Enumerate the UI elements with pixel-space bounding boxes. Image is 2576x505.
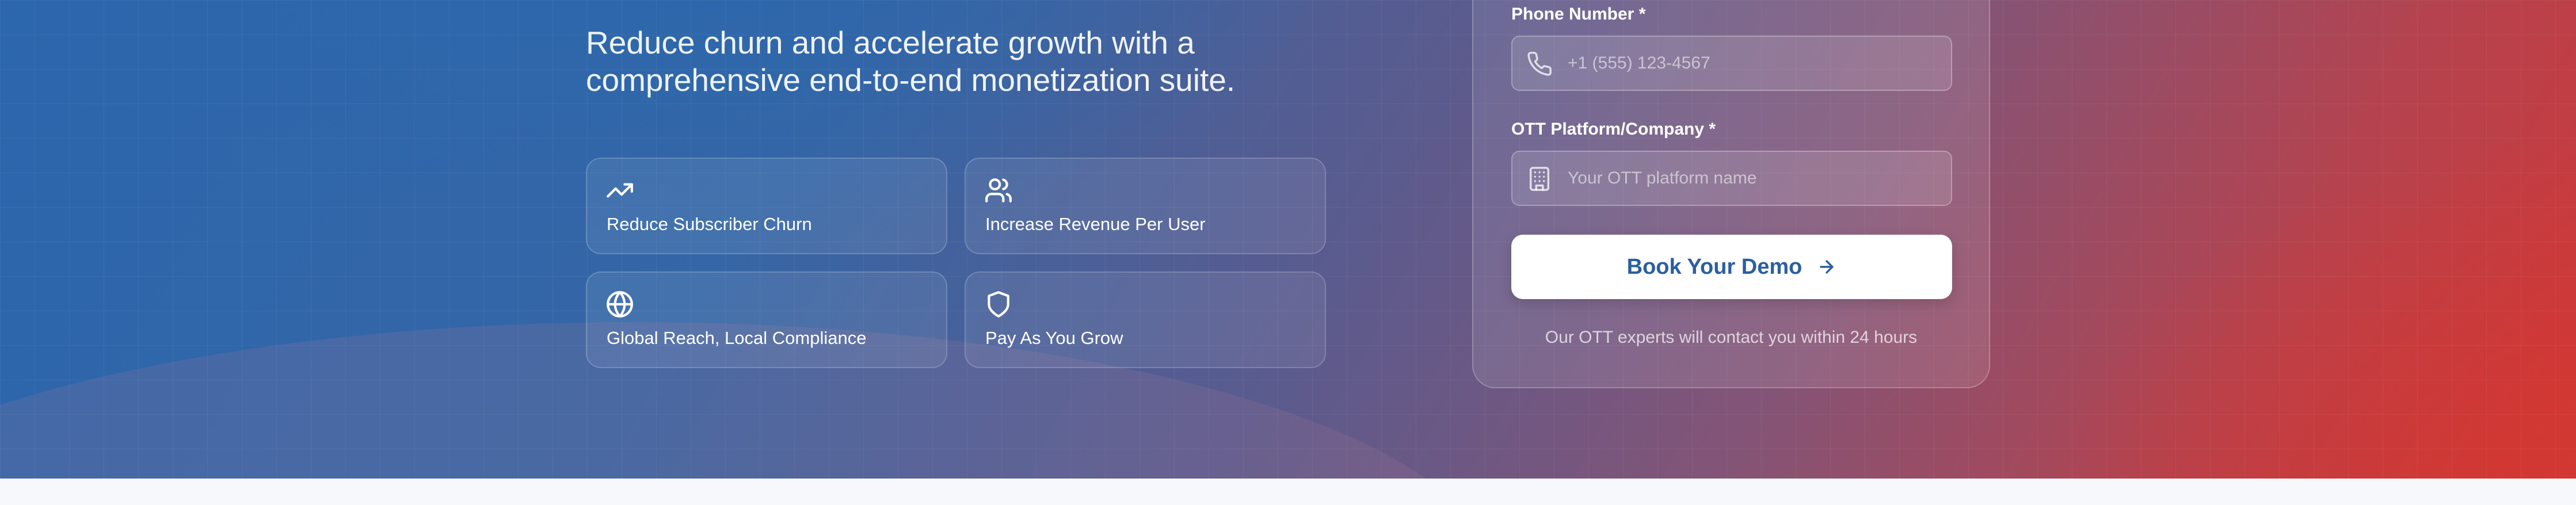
feature-card-revenue: Increase Revenue Per User <box>965 158 1326 254</box>
building-icon <box>1529 167 1550 191</box>
arrow-right-icon <box>1820 260 1834 274</box>
phone-number-field[interactable] <box>1511 36 1952 91</box>
hero-tagline: Reduce churn and accelerate growth with … <box>586 25 1236 98</box>
phone-icon <box>1527 52 1552 76</box>
feature-card-reduce-churn: Reduce Subscriber Churn <box>586 158 947 254</box>
shield-icon <box>988 291 1009 317</box>
ott-platform-field[interactable] <box>1511 151 1952 206</box>
phone-number-input[interactable] <box>1568 37 1936 90</box>
globe-icon <box>607 291 633 317</box>
book-demo-label: Book Your Demo <box>1626 254 1803 279</box>
page-footer-strip <box>0 479 2576 505</box>
trending-up-icon <box>607 183 633 198</box>
book-demo-button[interactable]: Book Your Demo <box>1511 235 1952 299</box>
ott-platform-label: OTT Platform/Company * <box>1511 120 1716 139</box>
feature-label: Increase Revenue Per User <box>985 214 1206 234</box>
phone-number-label: Phone Number * <box>1511 5 1646 24</box>
contact-note: Our OTT experts will contact you within … <box>1545 328 1918 347</box>
users-icon <box>985 178 1012 202</box>
feature-label: Global Reach, Local Compliance <box>607 328 867 348</box>
feature-label: Pay As You Grow <box>985 328 1123 348</box>
feature-card-global-reach: Global Reach, Local Compliance <box>586 271 947 368</box>
feature-label: Reduce Subscriber Churn <box>607 214 812 234</box>
feature-card-pay-as-you-grow: Pay As You Grow <box>965 271 1326 368</box>
ott-platform-input[interactable] <box>1568 152 1936 205</box>
